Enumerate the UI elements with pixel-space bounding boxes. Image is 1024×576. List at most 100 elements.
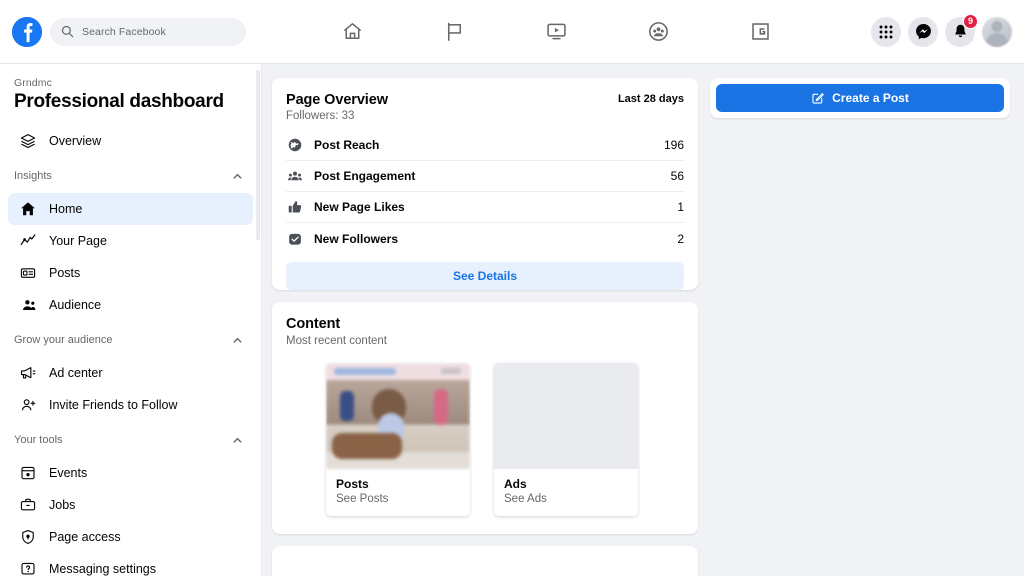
sidebar-section-insights[interactable]: Insights <box>0 157 261 187</box>
page-overview-metrics: Post Reach 196 Post Engagement 56 New Pa… <box>272 122 698 254</box>
sidebar-item-label: Audience <box>49 298 102 312</box>
sidebar-item-events[interactable]: Events <box>8 457 253 489</box>
sidebar-item-jobs[interactable]: Jobs <box>8 489 253 521</box>
nav-tab-pages[interactable] <box>424 10 486 54</box>
sidebar-item-audience[interactable]: Audience <box>8 289 253 321</box>
sidebar-section-your-tools[interactable]: Your tools <box>0 421 261 451</box>
home-filled-icon <box>18 200 37 219</box>
sidebar-grow-items: Ad center Invite Friends to Follow <box>0 351 261 421</box>
sidebar-item-label: Messaging settings <box>49 562 157 576</box>
section-title: Grow your audience <box>14 334 113 346</box>
content-tile-name: Posts <box>336 477 369 491</box>
create-post-button[interactable]: Create a Post <box>716 84 1004 112</box>
nav-tab-gaming[interactable] <box>729 10 791 54</box>
sidebar-item-label: Posts <box>49 266 81 280</box>
sidebar-item-invite-friends-to-follow[interactable]: Invite Friends to Follow <box>8 389 253 421</box>
next-card-partial <box>272 546 698 576</box>
section-title: Insights <box>14 170 52 182</box>
content-tile-ads[interactable]: Ads See Ads <box>494 363 638 516</box>
page-title: Professional dashboard <box>14 91 224 112</box>
create-post-card: Create a Post <box>710 78 1010 118</box>
sidebar-tools-items: Events Jobs Page access Messaging settin… <box>0 451 261 576</box>
content-tile-posts[interactable]: Posts See Posts <box>326 363 470 516</box>
notifications-badge: 9 <box>963 13 978 29</box>
sidebar-scrollbar[interactable] <box>256 70 260 240</box>
chevron-up-icon <box>232 171 243 182</box>
thumbs-up-icon <box>286 199 303 216</box>
sidebar: Grndmc Professional dashboard Overview I… <box>0 64 262 576</box>
people-icon <box>286 168 303 185</box>
main-right-column: Create a Post <box>710 78 1010 576</box>
check-badge-icon <box>286 230 303 247</box>
line-chart-icon <box>18 232 37 251</box>
date-range-label: Last 28 days <box>617 93 684 105</box>
sidebar-header: Grndmc Professional dashboard <box>0 64 261 119</box>
sidebar-section-grow-your-audience[interactable]: Grow your audience <box>0 321 261 351</box>
message-settings-icon <box>18 560 37 576</box>
sidebar-item-label: Home <box>49 202 83 216</box>
main-left-column: Page Overview Followers: 33 Last 28 days… <box>272 78 698 576</box>
audience-icon <box>18 296 37 315</box>
top-navigation-bar: Search Facebook 9 <box>0 0 1024 64</box>
nav-tab-groups[interactable] <box>627 10 689 54</box>
content-header: Content Most recent content <box>272 302 698 347</box>
topbar-nav-tabs <box>262 0 871 63</box>
metric-row-post-reach[interactable]: Post Reach 196 <box>286 130 684 161</box>
grid-menu-icon[interactable] <box>871 16 901 47</box>
nav-tab-home[interactable] <box>322 10 384 54</box>
page-overview-titles: Page Overview Followers: 33 <box>286 92 388 122</box>
chevron-up-icon <box>232 335 243 346</box>
megaphone-icon <box>18 364 37 383</box>
metric-value: 1 <box>677 200 684 214</box>
page-overview-card: Page Overview Followers: 33 Last 28 days… <box>272 78 698 290</box>
posts-icon <box>18 264 37 283</box>
metric-label: New Page Likes <box>314 200 405 214</box>
sidebar-item-ad-center[interactable]: Ad center <box>8 357 253 389</box>
sidebar-item-home[interactable]: Home <box>8 193 253 225</box>
profile-avatar[interactable] <box>982 16 1012 47</box>
search-placeholder: Search Facebook <box>82 25 166 38</box>
metric-row-new-followers[interactable]: New Followers 2 <box>286 223 684 254</box>
content-tile-footer: Posts See Posts <box>326 469 470 516</box>
nav-tab-video[interactable] <box>525 10 587 54</box>
sidebar-item-overview[interactable]: Overview <box>8 125 253 157</box>
create-post-label: Create a Post <box>832 91 909 105</box>
sidebar-item-posts[interactable]: Posts <box>8 257 253 289</box>
sidebar-item-label: Events <box>49 466 88 480</box>
search-input[interactable]: Search Facebook <box>50 17 246 46</box>
sidebar-item-label: Your Page <box>49 234 107 248</box>
sidebar-item-label: Page access <box>49 530 121 544</box>
sidebar-item-page-access[interactable]: Page access <box>8 521 253 553</box>
content-tile-link[interactable]: See Ads <box>504 493 628 505</box>
shield-icon <box>18 528 37 547</box>
content-tile-link[interactable]: See Posts <box>336 493 460 505</box>
followers-count: Followers: 33 <box>286 110 355 122</box>
metric-row-new-page-likes[interactable]: New Page Likes 1 <box>286 192 684 223</box>
metric-value: 196 <box>663 138 684 152</box>
section-title: Your tools <box>14 434 63 446</box>
metric-row-post-engagement[interactable]: Post Engagement 56 <box>286 161 684 192</box>
compose-icon <box>811 91 825 105</box>
messenger-icon[interactable] <box>908 16 938 47</box>
content-tile-name: Ads <box>504 477 527 491</box>
metric-value: 2 <box>677 231 684 246</box>
sidebar-item-your-page[interactable]: Your Page <box>8 225 253 257</box>
briefcase-icon <box>18 496 37 515</box>
metric-label: Post Reach <box>314 138 380 152</box>
sidebar-item-messaging-settings[interactable]: Messaging settings <box>8 553 253 576</box>
metric-label: New Followers <box>314 231 399 246</box>
sidebar-item-label: Jobs <box>49 498 76 512</box>
content-subtitle: Most recent content <box>286 335 387 347</box>
page-name: Grndmc <box>14 77 52 89</box>
main-content: Page Overview Followers: 33 Last 28 days… <box>262 64 1024 576</box>
see-details-button[interactable]: See Details <box>286 262 684 290</box>
facebook-logo-icon[interactable] <box>12 16 42 47</box>
topbar-left-group: Search Facebook <box>0 16 262 47</box>
metric-label: Post Engagement <box>314 169 416 183</box>
metric-value: 56 <box>670 169 684 183</box>
sidebar-item-label: Ad center <box>49 366 103 380</box>
search-icon <box>61 25 74 38</box>
invite-friends-icon <box>18 396 37 415</box>
notifications-bell-icon[interactable]: 9 <box>945 13 978 47</box>
sidebar-insights-items: Home Your Page Posts Audience <box>0 187 261 321</box>
